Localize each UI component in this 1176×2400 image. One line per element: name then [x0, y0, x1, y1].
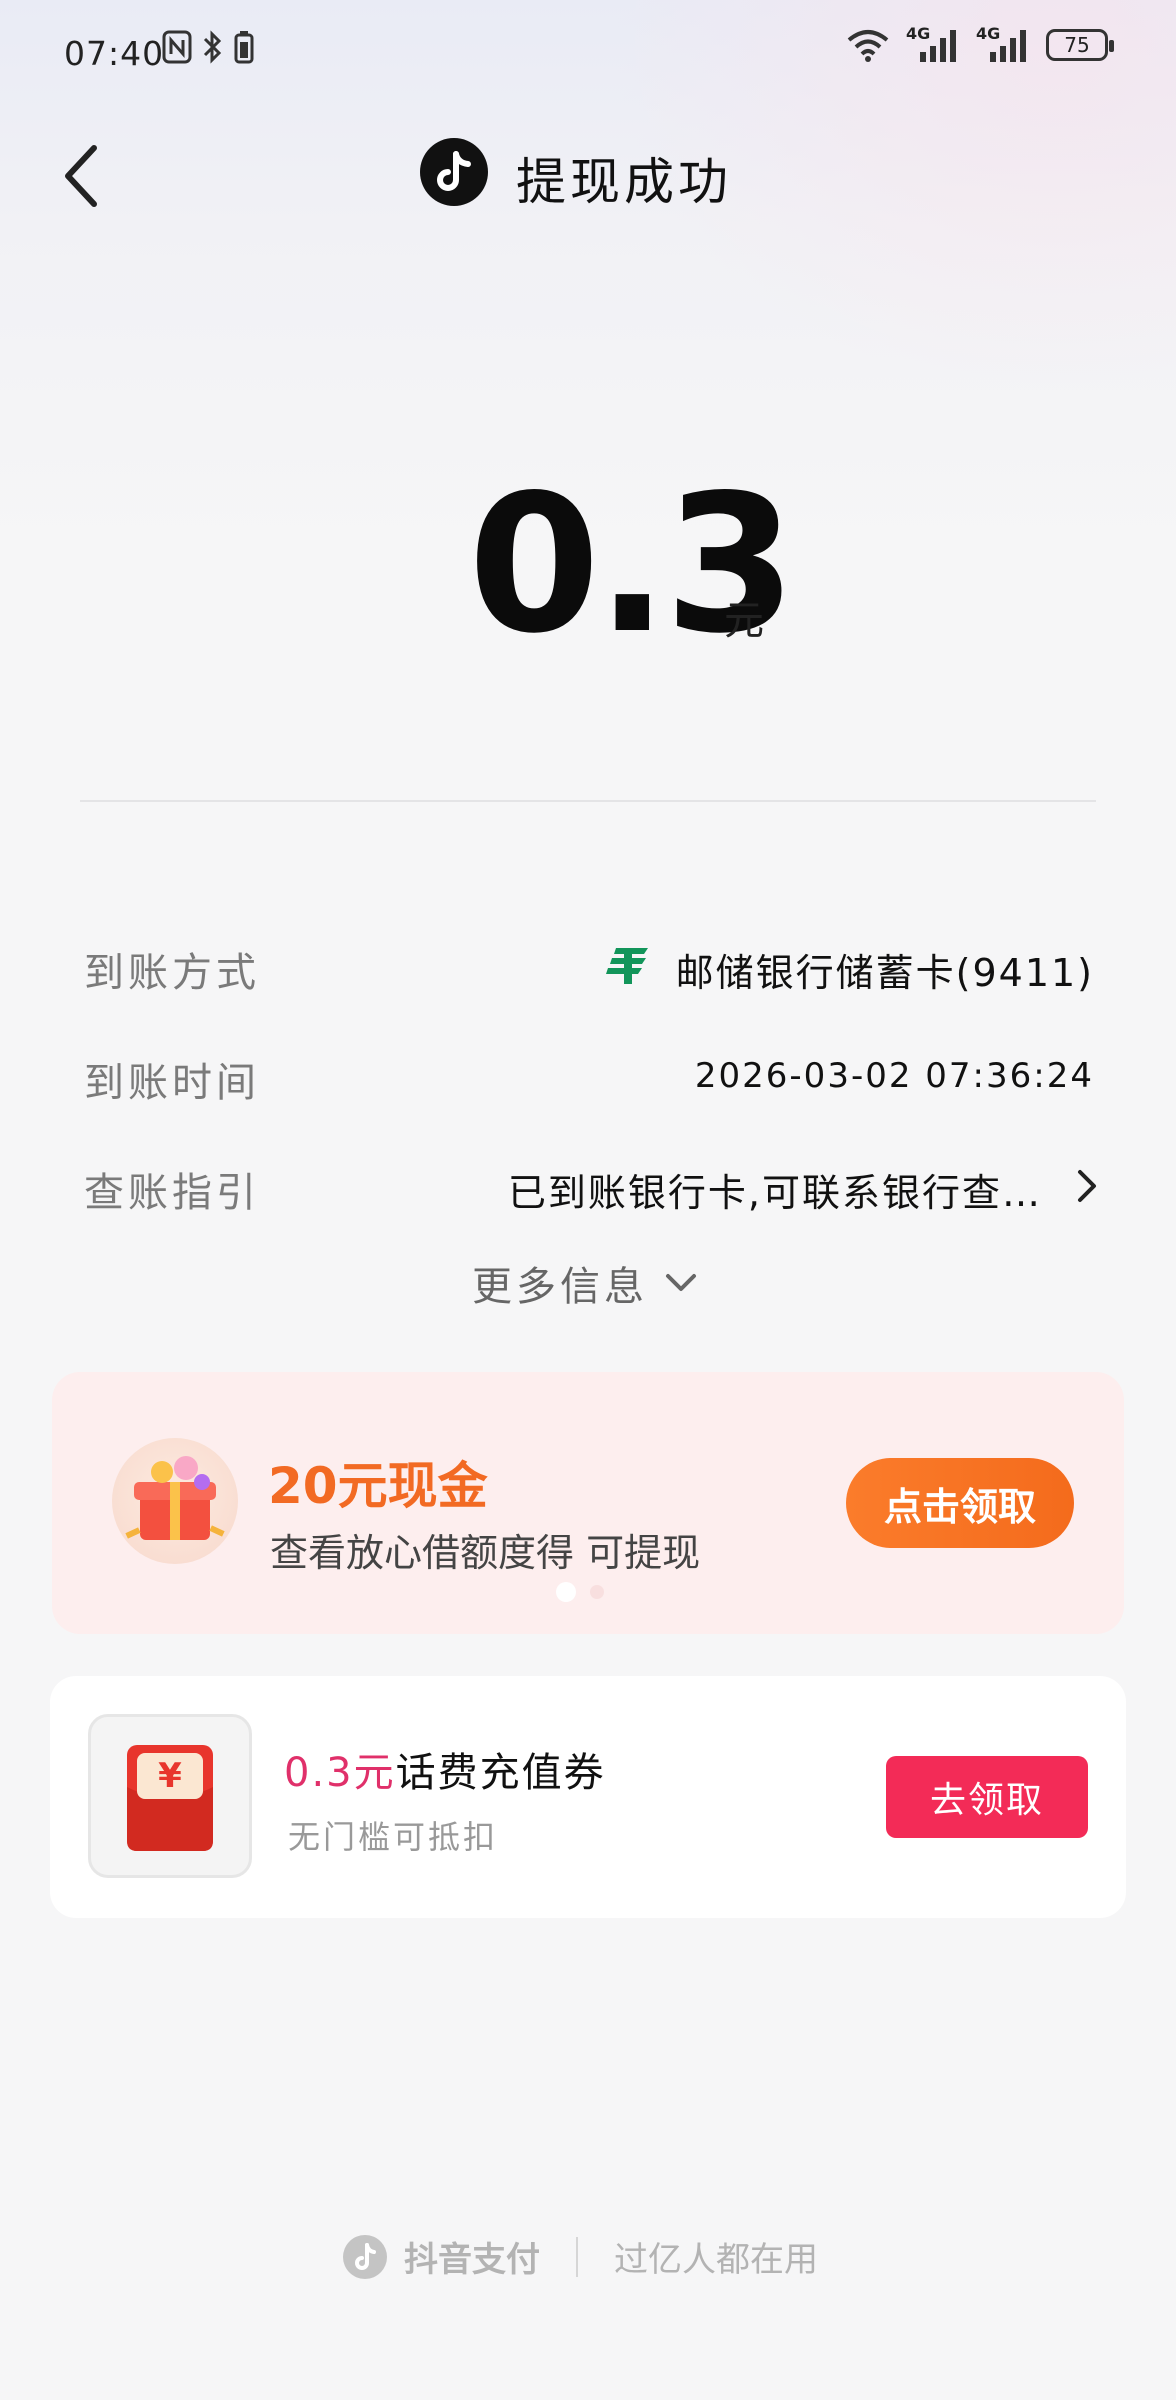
- carousel-dot[interactable]: [590, 1585, 604, 1599]
- chevron-left-icon: [65, 145, 97, 207]
- more-info-toggle[interactable]: 更多信息: [472, 1254, 698, 1312]
- method-label: 到账方式: [84, 950, 260, 996]
- page-title: 提现成功: [516, 153, 732, 211]
- red-envelope-icon: ¥: [127, 1745, 213, 1851]
- promo-title: 20元现金: [268, 1457, 488, 1515]
- signal-icon-2: 4G: [976, 24, 1030, 64]
- douyin-pay-icon: [343, 2234, 387, 2279]
- tiktok-logo-icon: [420, 138, 488, 206]
- status-left-icons: [162, 30, 254, 64]
- status-right-icons: 4G 4G 75: [846, 24, 1114, 64]
- guide-value[interactable]: 已到账银行卡,可联系银行查…: [508, 1162, 1042, 1217]
- chevron-right-icon[interactable]: [1072, 1166, 1100, 1206]
- more-info-label: 更多信息: [472, 1264, 648, 1310]
- method-value: 邮储银行储蓄卡(9411): [675, 951, 1094, 995]
- signal-icon: 4G: [906, 24, 960, 64]
- footer-separator: [576, 2236, 578, 2277]
- nfc-icon: [162, 30, 192, 64]
- time-value: 2026-03-02 07:36:24: [694, 1056, 1094, 1096]
- coupon-amount: 0.3元: [284, 1750, 396, 1796]
- status-time: 07:40: [64, 34, 165, 73]
- amount-unit: 元: [724, 598, 764, 644]
- coupon-thumbnail: ¥: [88, 1714, 252, 1878]
- claim-cash-button[interactable]: 点击领取: [846, 1458, 1074, 1548]
- chevron-down-icon: [666, 1274, 696, 1291]
- time-label: 到账时间: [84, 1060, 260, 1106]
- claim-coupon-button[interactable]: 去领取: [886, 1756, 1088, 1838]
- coupon-subtitle: 无门槛可抵扣: [288, 1818, 499, 1856]
- divider: [80, 800, 1096, 802]
- coupon-title-text: 话费充值券: [395, 1750, 606, 1796]
- wifi-icon: [847, 30, 889, 62]
- footer: 抖音支付 过亿人都在用: [342, 2232, 818, 2281]
- carousel-dot-active[interactable]: [556, 1582, 576, 1602]
- footer-slogan: 过亿人都在用: [614, 2240, 818, 2280]
- coupon-title: 0.3元话费充值券: [284, 1740, 606, 1798]
- back-button[interactable]: [60, 136, 120, 216]
- battery-icon: 75: [1046, 29, 1114, 61]
- svg-text:¥: ¥: [158, 1756, 182, 1796]
- battery-saver-icon: [234, 31, 254, 64]
- gift-box-icon: [112, 1438, 238, 1564]
- footer-brand: 抖音支付: [404, 2240, 540, 2280]
- battery-level: 75: [1064, 33, 1090, 57]
- bluetooth-icon: [203, 30, 222, 64]
- postal-bank-icon: [606, 948, 648, 984]
- guide-label: 查账指引: [84, 1170, 260, 1216]
- promo-subtitle: 查看放心借额度得 可提现: [270, 1531, 701, 1575]
